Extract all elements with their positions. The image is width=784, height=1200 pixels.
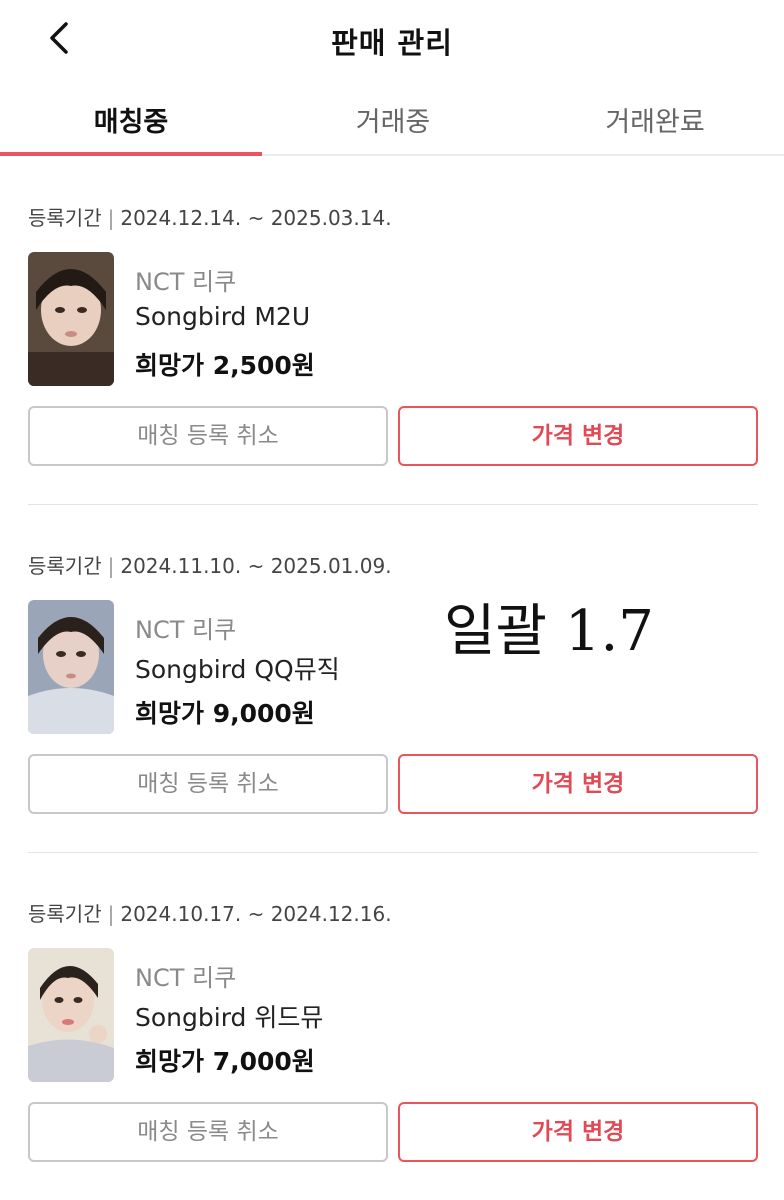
period-dates: 2024.11.10. ~ 2025.01.09. [120,554,392,578]
cancel-matching-button[interactable]: 매칭 등록 취소 [28,406,388,466]
period-dates: 2024.10.17. ~ 2024.12.16. [120,902,392,926]
desired-price: 희망가 7,000원 [135,1047,315,1076]
photocard-thumbnail[interactable] [28,948,114,1082]
registration-period: 등록기간 | 2024.10.17. ~ 2024.12.16. [28,902,392,926]
period-label: 등록기간 [28,902,102,926]
tab-in-progress[interactable]: 거래중 [262,100,524,156]
period-dates: 2024.12.14. ~ 2025.03.14. [120,206,392,230]
desired-price: 희망가 9,000원 [135,699,315,728]
registration-period: 등록기간 | 2024.12.14. ~ 2025.03.14. [28,206,392,230]
listing-card: 등록기간 | 2024.12.14. ~ 2025.03.14. NCT 리쿠 So… [0,174,784,522]
album-title: Songbird M2U [135,302,311,331]
active-tab-indicator [0,152,262,156]
period-label: 등록기간 [28,554,102,578]
divider [28,852,758,853]
tab-matching[interactable]: 매칭중 [0,100,262,156]
change-price-button[interactable]: 가격 변경 [398,1102,758,1162]
change-price-button[interactable]: 가격 변경 [398,406,758,466]
tab-completed[interactable]: 거래완료 [524,100,784,156]
photocard-thumbnail[interactable] [28,600,114,734]
registration-period: 등록기간 | 2024.11.10. ~ 2025.01.09. [28,554,392,578]
album-title: Songbird QQ뮤직 [135,655,340,684]
tab-bar: 매칭중 거래중 거래완료 [0,88,784,156]
listing-card: 등록기간 | 2024.10.17. ~ 2024.12.16. NCT 리쿠 So… [0,870,784,1200]
divider [28,504,758,505]
cancel-matching-button[interactable]: 매칭 등록 취소 [28,754,388,814]
desired-price: 희망가 2,500원 [135,351,315,380]
page-title: 판매 관리 [331,26,453,60]
album-title: Songbird 위드뮤 [135,1003,324,1032]
artist-name: NCT 리쿠 [135,616,237,644]
change-price-button[interactable]: 가격 변경 [398,754,758,814]
artist-name: NCT 리쿠 [135,268,237,296]
period-label: 등록기간 [28,206,102,230]
top-bar: 판매 관리 [0,0,784,78]
artist-name: NCT 리쿠 [135,964,237,992]
cancel-matching-button[interactable]: 매칭 등록 취소 [28,1102,388,1162]
photocard-thumbnail[interactable] [28,252,114,386]
overlay-note: 일괄 1.7 [444,599,654,664]
listing-card: 등록기간 | 2024.11.10. ~ 2025.01.09. NCT 리쿠 So… [0,522,784,870]
